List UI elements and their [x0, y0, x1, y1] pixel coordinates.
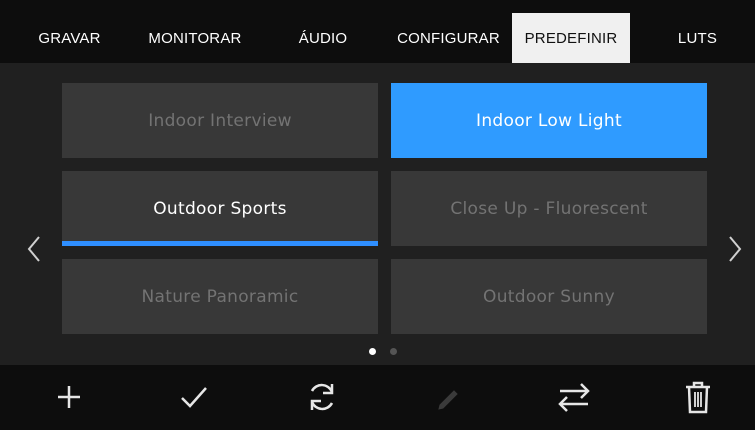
preset-outdoor-sports[interactable]: Outdoor Sports — [62, 171, 378, 246]
preset-panel: Indoor Interview Indoor Low Light Outdoo… — [0, 63, 755, 365]
chevron-left-icon[interactable] — [24, 234, 44, 264]
preset-indoor-low-light[interactable]: Indoor Low Light — [391, 83, 707, 158]
tab-audio[interactable]: ÁUDIO — [268, 13, 378, 63]
checkmark-icon[interactable] — [172, 375, 216, 419]
preset-indoor-interview[interactable]: Indoor Interview — [62, 83, 378, 158]
plus-icon[interactable] — [47, 375, 91, 419]
pencil-icon — [426, 375, 470, 419]
tab-configurar[interactable]: CONFIGURAR — [385, 13, 512, 63]
preset-nature-panoramic[interactable]: Nature Panoramic — [62, 259, 378, 334]
tab-monitorar[interactable]: MONITORAR — [130, 13, 260, 63]
trash-icon[interactable] — [676, 375, 720, 419]
tab-gravar[interactable]: GRAVAR — [12, 13, 127, 63]
preset-close-up-fluorescent[interactable]: Close Up - Fluorescent — [391, 171, 707, 246]
page-dot — [390, 348, 397, 355]
refresh-icon[interactable] — [300, 375, 344, 419]
page-dot-active — [369, 348, 376, 355]
swap-arrows-icon[interactable] — [552, 375, 596, 419]
tab-bar: GRAVAR MONITORAR ÁUDIO CONFIGURAR PREDEF… — [0, 0, 755, 63]
tab-luts[interactable]: LUTS — [650, 13, 745, 63]
bottom-toolbar — [0, 365, 755, 430]
preset-outdoor-sunny[interactable]: Outdoor Sunny — [391, 259, 707, 334]
chevron-right-icon[interactable] — [725, 234, 745, 264]
tab-predefinir[interactable]: PREDEFINIR — [512, 13, 630, 63]
